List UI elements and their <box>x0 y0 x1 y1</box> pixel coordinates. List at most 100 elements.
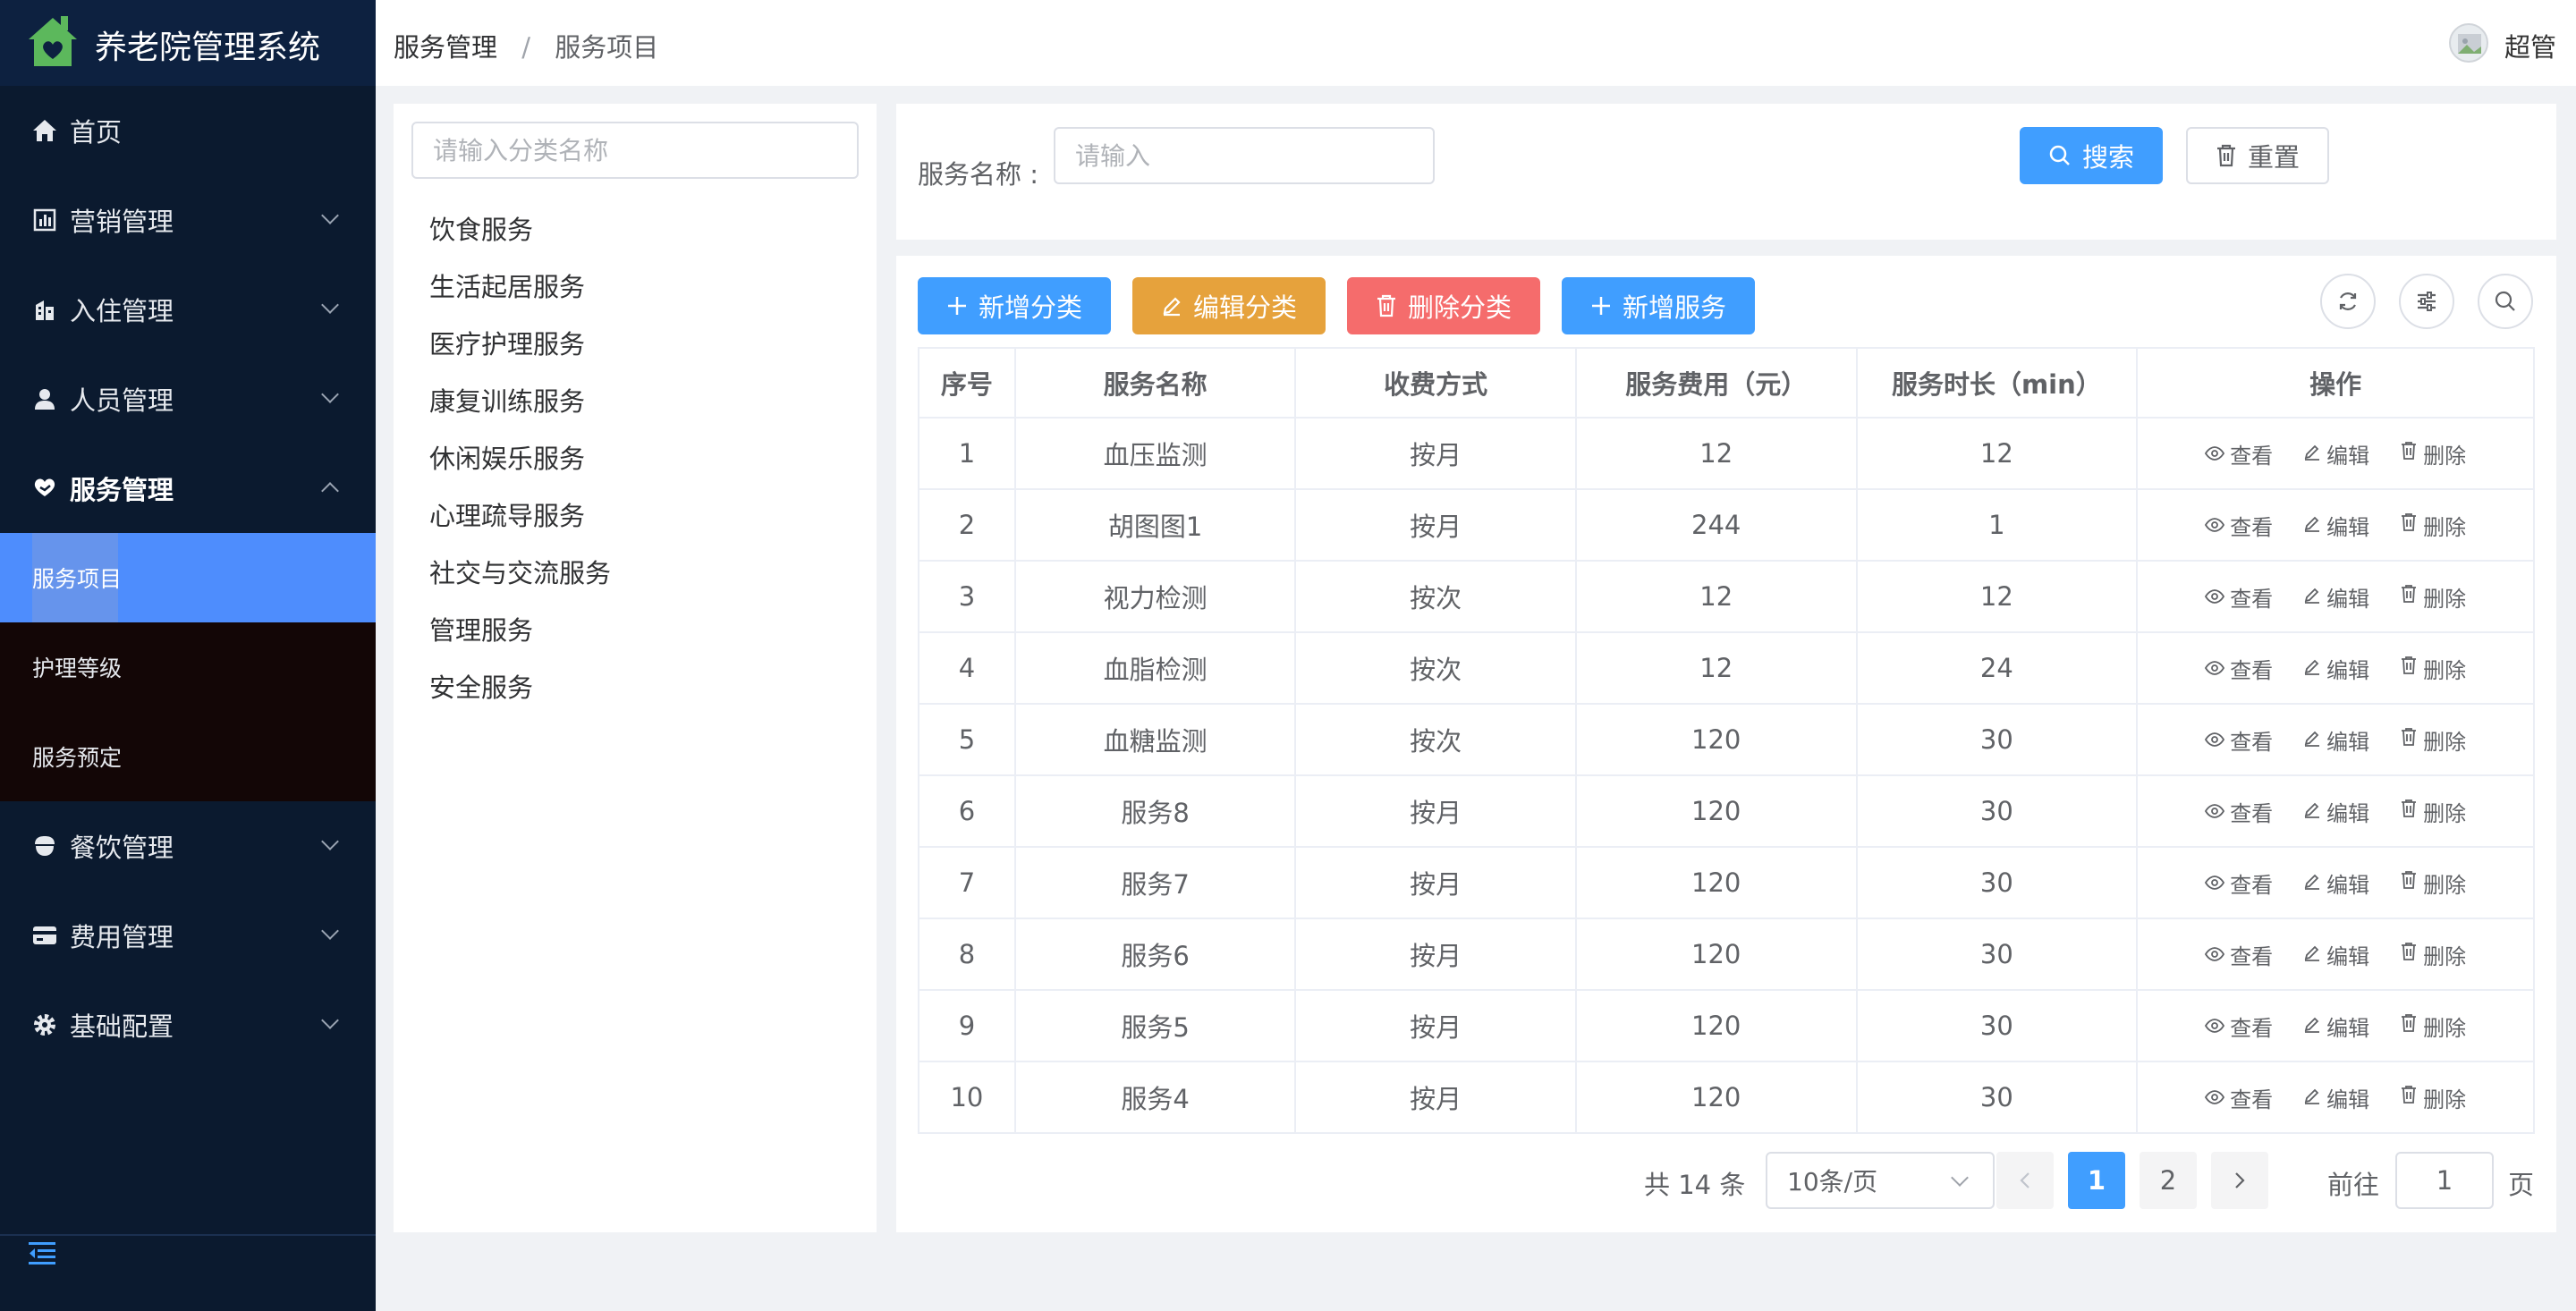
delete-button[interactable]: 删除 <box>2400 510 2466 541</box>
delete-button[interactable]: 删除 <box>2400 438 2466 469</box>
cell-duration: 12 <box>1855 560 2139 633</box>
user-name[interactable]: 超管 <box>2504 27 2556 64</box>
category-item[interactable]: 生活起居服务 <box>429 266 585 304</box>
edit-icon <box>2303 1085 2321 1110</box>
view-button[interactable]: 查看 <box>2205 724 2273 756</box>
edit-button[interactable]: 编辑 <box>2303 796 2369 827</box>
eye-icon <box>2205 441 2225 466</box>
reset-button[interactable]: 重置 <box>2186 127 2329 184</box>
edit-button[interactable]: 编辑 <box>2303 653 2369 684</box>
view-button[interactable]: 查看 <box>2205 510 2273 541</box>
delete-button[interactable]: 删除 <box>2400 1082 2466 1113</box>
category-item[interactable]: 管理服务 <box>429 610 533 647</box>
category-item[interactable]: 休闲娱乐服务 <box>429 438 585 476</box>
breadcrumb-item-service-management[interactable]: 服务管理 <box>394 32 497 63</box>
avatar[interactable] <box>2449 23 2488 63</box>
cell-charge-method: 按月 <box>1294 488 1577 562</box>
category-item[interactable]: 医疗护理服务 <box>429 324 585 361</box>
cell-fee: 120 <box>1574 703 1858 776</box>
submenu-label: 护理等级 <box>32 656 123 681</box>
delete-button[interactable]: 删除 <box>2400 796 2466 827</box>
delete-button[interactable]: 删除 <box>2400 867 2466 899</box>
edit-button[interactable]: 编辑 <box>2303 1082 2369 1113</box>
view-button[interactable]: 查看 <box>2205 939 2273 970</box>
eye-icon <box>2205 1085 2225 1110</box>
category-search-input[interactable] <box>411 122 859 179</box>
menu-item-home[interactable]: 首页 <box>0 86 376 175</box>
view-button[interactable]: 查看 <box>2205 653 2273 684</box>
cell-service-name: 血压监测 <box>1013 417 1297 490</box>
menu-item-fees[interactable]: 费用管理 <box>0 891 376 980</box>
trash-icon <box>2400 584 2418 609</box>
edit-button[interactable]: 编辑 <box>2303 1011 2369 1042</box>
cell-actions: 查看 编辑 删除 <box>2136 488 2535 562</box>
edit-button[interactable]: 编辑 <box>2303 867 2369 899</box>
view-button[interactable]: 查看 <box>2205 581 2273 613</box>
cell-charge-method: 按月 <box>1294 989 1577 1062</box>
view-button[interactable]: 查看 <box>2205 1082 2273 1113</box>
cell-charge-method: 按月 <box>1294 918 1577 991</box>
menu-item-service[interactable]: 服务管理 <box>0 444 376 533</box>
edit-label: 编辑 <box>2326 729 2370 755</box>
goto-page-input[interactable] <box>2395 1152 2494 1209</box>
cell-charge-method: 按次 <box>1294 560 1577 633</box>
view-button[interactable]: 查看 <box>2205 867 2273 899</box>
chevron-right-icon <box>2235 1172 2245 1188</box>
edit-button[interactable]: 编辑 <box>2303 581 2369 613</box>
category-item[interactable]: 心理疏导服务 <box>429 495 585 533</box>
cell-fee: 12 <box>1574 417 1858 490</box>
menu-item-personnel[interactable]: 人员管理 <box>0 354 376 444</box>
edit-button[interactable]: 编辑 <box>2303 510 2369 541</box>
view-button[interactable]: 查看 <box>2205 796 2273 827</box>
page-button-1[interactable]: 1 <box>2068 1152 2125 1209</box>
toggle-search-button[interactable] <box>2478 274 2533 329</box>
delete-button[interactable]: 删除 <box>2400 939 2466 970</box>
category-item[interactable]: 饮食服务 <box>429 209 533 247</box>
edit-category-button[interactable]: 编辑分类 <box>1132 277 1326 334</box>
card-icon <box>32 923 57 948</box>
page-button-2[interactable]: 2 <box>2140 1152 2197 1209</box>
service-name-input[interactable] <box>1054 127 1435 184</box>
submenu-item-care-level[interactable]: 护理等级 <box>0 622 376 712</box>
menu-item-catering[interactable]: 餐饮管理 <box>0 801 376 891</box>
menu-item-config[interactable]: 基础配置 <box>0 980 376 1070</box>
next-page-button[interactable] <box>2211 1152 2268 1209</box>
view-button[interactable]: 查看 <box>2205 438 2273 469</box>
refresh-button[interactable] <box>2320 274 2376 329</box>
building-icon <box>32 297 57 322</box>
cell-index: 3 <box>918 560 1016 633</box>
category-item[interactable]: 康复训练服务 <box>429 381 585 419</box>
submenu-item-service-booking[interactable]: 服务预定 <box>0 712 376 801</box>
submenu-item-service-items[interactable]: 服务项目 <box>0 533 376 622</box>
collapse-menu-icon[interactable] <box>27 1239 57 1266</box>
category-item[interactable]: 社交与交流服务 <box>429 553 611 590</box>
edit-button[interactable]: 编辑 <box>2303 438 2369 469</box>
search-button[interactable]: 搜索 <box>2020 127 2163 184</box>
menu-item-marketing[interactable]: 营销管理 <box>0 175 376 265</box>
column-settings-button[interactable] <box>2399 274 2454 329</box>
page-size-select[interactable]: 10条/页 <box>1766 1152 1995 1209</box>
menu-label: 入住管理 <box>70 296 174 326</box>
delete-button[interactable]: 删除 <box>2400 581 2466 613</box>
page-suffix: 页 <box>2508 1170 2535 1200</box>
add-service-button[interactable]: 新增服务 <box>1562 277 1755 334</box>
delete-button[interactable]: 删除 <box>2400 653 2466 684</box>
prev-page-button[interactable] <box>1996 1152 2054 1209</box>
cell-fee: 12 <box>1574 560 1858 633</box>
delete-label: 删除 <box>2423 1087 2467 1112</box>
chevron-down-icon <box>321 385 339 403</box>
edit-button[interactable]: 编辑 <box>2303 724 2369 756</box>
delete-category-button[interactable]: 删除分类 <box>1347 277 1540 334</box>
category-item[interactable]: 安全服务 <box>429 667 533 705</box>
cell-actions: 查看 编辑 删除 <box>2136 703 2535 776</box>
add-category-button[interactable]: 新增分类 <box>918 277 1111 334</box>
view-label: 查看 <box>2230 800 2274 826</box>
search-icon <box>2048 144 2072 167</box>
edit-icon <box>2303 584 2321 609</box>
edit-button[interactable]: 编辑 <box>2303 939 2369 970</box>
delete-button[interactable]: 删除 <box>2400 724 2466 756</box>
menu-item-checkin[interactable]: 入住管理 <box>0 265 376 354</box>
service-name-label: 服务名称 : <box>918 159 1038 190</box>
view-button[interactable]: 查看 <box>2205 1011 2273 1042</box>
delete-button[interactable]: 删除 <box>2400 1011 2466 1042</box>
